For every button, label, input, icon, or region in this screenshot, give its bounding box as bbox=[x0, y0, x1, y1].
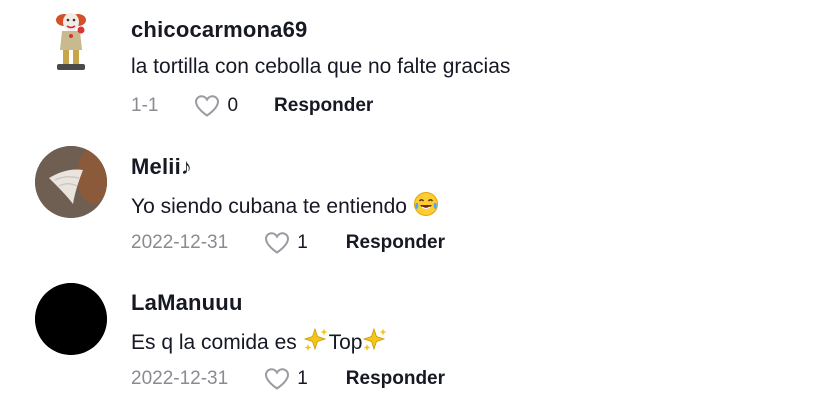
heart-icon bbox=[265, 368, 290, 390]
heart-icon bbox=[265, 232, 290, 254]
comment-meta: 2022-12-31 1 Responder bbox=[131, 229, 445, 257]
comment-item: Melii♪ Yo siendo cubana te entiendo 2022… bbox=[0, 137, 829, 273]
comment-text-content: Es q la comida es bbox=[131, 331, 297, 354]
comment-text: Yo siendo cubana te entiendo bbox=[131, 191, 439, 223]
comment-meta: 1-1 0 Responder bbox=[131, 92, 373, 120]
tears-of-joy-emoji-icon bbox=[413, 191, 439, 223]
comment-text: Es q la comida es Top bbox=[131, 327, 388, 359]
comment-date: 2022-12-31 bbox=[131, 368, 229, 389]
comment-text-content: Top bbox=[328, 331, 363, 354]
comment-text-content: Yo siendo cubana te entiendo bbox=[131, 195, 407, 218]
comment-username[interactable]: Melii♪ bbox=[131, 154, 192, 180]
like-count: 1 bbox=[297, 232, 308, 253]
heart-icon bbox=[195, 95, 220, 117]
avatar[interactable] bbox=[35, 283, 107, 355]
comment-date: 2022-12-31 bbox=[131, 232, 229, 253]
reply-button[interactable]: Responder bbox=[346, 232, 445, 254]
wing-photo-icon bbox=[35, 146, 107, 218]
like-button[interactable]: 1 bbox=[264, 231, 308, 255]
like-button[interactable]: 1 bbox=[264, 367, 308, 391]
reply-button[interactable]: Responder bbox=[346, 368, 445, 390]
sparkles-emoji-icon bbox=[303, 327, 329, 359]
sparkles-emoji-icon bbox=[362, 327, 388, 359]
black-circle-icon bbox=[35, 283, 107, 355]
like-button[interactable]: 0 bbox=[194, 94, 238, 118]
like-count: 1 bbox=[297, 368, 308, 389]
comment-text: la tortilla con cebolla que no falte gra… bbox=[131, 55, 511, 78]
reply-button[interactable]: Responder bbox=[274, 95, 373, 117]
comment-username[interactable]: chicocarmona69 bbox=[131, 17, 307, 43]
comment-item: LaManuuu Es q la comida es Top 2022-12-3… bbox=[0, 273, 829, 409]
comment-date: 1-1 bbox=[131, 95, 159, 116]
like-count: 0 bbox=[227, 95, 239, 116]
avatar[interactable] bbox=[35, 146, 107, 218]
comment-meta: 2022-12-31 1 Responder bbox=[131, 365, 445, 393]
comment-item: chicocarmona69 la tortilla con cebolla q… bbox=[0, 0, 829, 136]
pennywise-figure-icon bbox=[56, 13, 86, 70]
avatar[interactable] bbox=[35, 6, 107, 78]
comment-username[interactable]: LaManuuu bbox=[131, 290, 243, 316]
